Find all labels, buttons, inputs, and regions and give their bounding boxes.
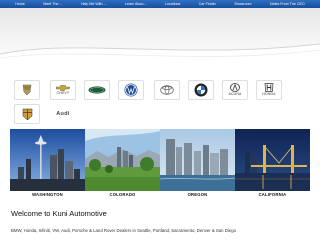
nav-item-showroom[interactable]: Showroom — [234, 2, 251, 6]
brand-honda[interactable]: HONDA — [256, 80, 282, 100]
city-tile-california[interactable]: CALIFORNIA — [235, 129, 310, 199]
brand-land-rover[interactable] — [84, 80, 110, 100]
portland-skyline-image — [160, 129, 235, 191]
brand-label: CHEVY — [56, 90, 70, 95]
denver-park-image — [85, 129, 160, 191]
vw-roundel-icon — [124, 83, 138, 97]
brand-chevrolet[interactable]: CHEVY — [50, 80, 76, 100]
nav-item-help-me-with[interactable]: Help Me With ... — [81, 2, 107, 6]
nav-item-learn-about[interactable]: Learn Abou... — [125, 2, 146, 6]
porsche-crest-icon — [22, 108, 32, 120]
city-caption: CALIFORNIA — [235, 191, 310, 199]
city-tile-oregon[interactable]: OREGON — [160, 129, 235, 199]
brand-volkswagen[interactable] — [118, 80, 144, 100]
city-tile-colorado[interactable]: COLORADO — [85, 129, 160, 199]
city-tile-washington[interactable]: WASHINGTON — [10, 129, 85, 199]
dealer-tagline: BMW, Honda, Infiniti, VW, Audi, Porsche … — [11, 228, 236, 233]
welcome-heading: Welcome to Kuni Automotive — [11, 209, 107, 218]
nav-item-home[interactable]: Home — [15, 2, 25, 6]
brand-toyota[interactable] — [154, 80, 180, 100]
nav-item-car-finder[interactable]: Car Finder — [199, 2, 216, 6]
bmw-roundel-icon — [194, 83, 208, 97]
chevy-bowtie-icon — [56, 84, 70, 91]
audi-wordmark: Audi — [56, 111, 70, 117]
header-swoosh — [0, 43, 320, 72]
brand-cadillac[interactable] — [14, 80, 40, 100]
nav-item-meet-the-team[interactable]: Meet The ... — [43, 2, 62, 6]
brand-porsche[interactable] — [14, 104, 40, 124]
brand-label: ACURA — [228, 92, 242, 97]
brand-audi[interactable]: Audi — [50, 104, 76, 124]
honda-h-icon — [264, 83, 274, 93]
seattle-skyline-image — [10, 129, 85, 191]
brand-bmw[interactable] — [188, 80, 214, 100]
land-rover-oval-icon — [88, 86, 106, 94]
sacramento-bridge-image — [235, 129, 310, 191]
city-photo-strip: WASHINGTON COLORADO OREGON CALIFORNIA — [10, 129, 310, 199]
nav-item-notes-from-ceo[interactable]: Notes From The CEO — [270, 2, 305, 6]
nav-item-locations[interactable]: Locations — [165, 2, 180, 6]
city-caption: WASHINGTON — [10, 191, 85, 199]
brand-acura[interactable]: ACURA — [222, 80, 248, 100]
header-banner — [0, 8, 320, 72]
city-caption: OREGON — [160, 191, 235, 199]
toyota-ellipses-icon — [160, 85, 174, 95]
brand-logo-grid: CHEVY ACURA HONDA Audi — [12, 80, 312, 124]
acura-caliper-icon — [230, 83, 240, 93]
top-navigation: Home Meet The ... Help Me With ... Learn… — [0, 0, 320, 8]
brand-label: HONDA — [262, 92, 276, 97]
cadillac-crest-icon — [22, 84, 32, 96]
city-caption: COLORADO — [85, 191, 160, 199]
